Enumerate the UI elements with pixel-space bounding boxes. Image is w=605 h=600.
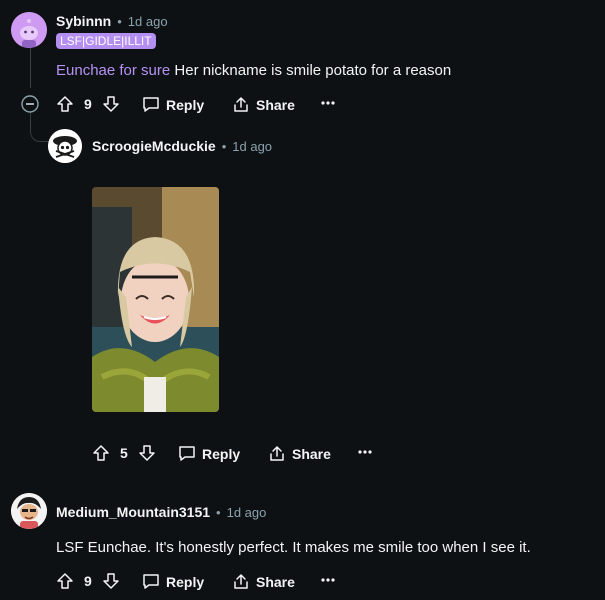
downvote-icon[interactable]	[138, 444, 156, 462]
collapse-button[interactable]	[21, 95, 39, 113]
vote-controls: 5	[92, 444, 156, 462]
downvote-icon[interactable]	[102, 572, 120, 590]
avatar[interactable]	[11, 493, 47, 529]
thread-connector	[30, 113, 49, 142]
separator-dot: •	[117, 13, 122, 29]
separator-dot: •	[216, 504, 221, 520]
thread-line	[30, 48, 31, 88]
comment-text: Her nickname is smile potato for a reaso…	[174, 62, 452, 79]
upvote-icon[interactable]	[56, 95, 74, 113]
vote-controls: 9	[56, 572, 120, 590]
timestamp[interactable]: 1d ago	[232, 139, 272, 154]
comment-header: ScroogieMcduckie • 1d ago	[92, 138, 272, 154]
reply-button[interactable]: Reply	[142, 96, 204, 113]
separator-dot: •	[221, 138, 227, 154]
comment-image[interactable]	[92, 187, 219, 412]
snoo-avatar-icon	[11, 12, 47, 48]
share-label: Share	[256, 96, 295, 113]
vote-count: 9	[84, 573, 92, 589]
more-icon	[321, 101, 335, 105]
reply-button[interactable]: Reply	[178, 445, 240, 462]
downvote-icon[interactable]	[102, 95, 120, 113]
more-icon	[321, 578, 335, 582]
share-button[interactable]: Share	[268, 445, 331, 462]
reply-label: Reply	[166, 96, 205, 113]
comment-bubble-icon	[179, 446, 195, 461]
comment-body: LSF Eunchae. It's honestly perfect. It m…	[56, 539, 531, 556]
reply-label: Reply	[166, 573, 205, 590]
vote-count: 9	[84, 96, 92, 112]
collapse-icon	[21, 95, 39, 113]
comment-header: Sybinnn • 1d ago	[56, 13, 168, 29]
share-icon	[270, 446, 284, 461]
upvote-icon[interactable]	[92, 444, 110, 462]
reply-button[interactable]: Reply	[142, 573, 204, 590]
vote-controls: 9	[56, 95, 120, 113]
avatar[interactable]	[11, 12, 47, 48]
more-options-button[interactable]	[321, 101, 335, 105]
vote-count: 5	[120, 445, 128, 461]
share-icon	[234, 574, 248, 589]
comment-header: Medium_Mountain3151 • 1d ago	[56, 504, 266, 520]
more-options-button[interactable]	[321, 578, 335, 582]
timestamp[interactable]: 1d ago	[128, 14, 168, 29]
comment-bubble-icon	[143, 97, 159, 112]
share-label: Share	[256, 573, 295, 590]
share-button[interactable]: Share	[232, 573, 295, 590]
share-label: Share	[292, 445, 331, 462]
highlight-text: Eunchae for sure	[56, 62, 171, 79]
photo-of-smiling-person	[92, 187, 219, 412]
pirate-skull-avatar-icon	[48, 129, 82, 163]
cartoon-avatar-icon	[11, 493, 47, 529]
comment-body: Eunchae for sure Her nickname is smile p…	[56, 62, 451, 79]
avatar[interactable]	[48, 129, 82, 163]
share-button[interactable]: Share	[232, 96, 295, 113]
user-flair: LSF|GIDLE|ILLIT	[56, 33, 156, 49]
comment-bubble-icon	[143, 574, 159, 589]
share-icon	[234, 97, 248, 112]
username[interactable]: Medium_Mountain3151	[56, 504, 210, 520]
timestamp[interactable]: 1d ago	[227, 505, 267, 520]
username[interactable]: ScroogieMcduckie	[92, 138, 216, 154]
username[interactable]: Sybinnn	[56, 13, 111, 29]
upvote-icon[interactable]	[56, 572, 74, 590]
more-icon	[358, 450, 372, 454]
reply-label: Reply	[202, 445, 241, 462]
more-options-button[interactable]	[358, 450, 372, 454]
